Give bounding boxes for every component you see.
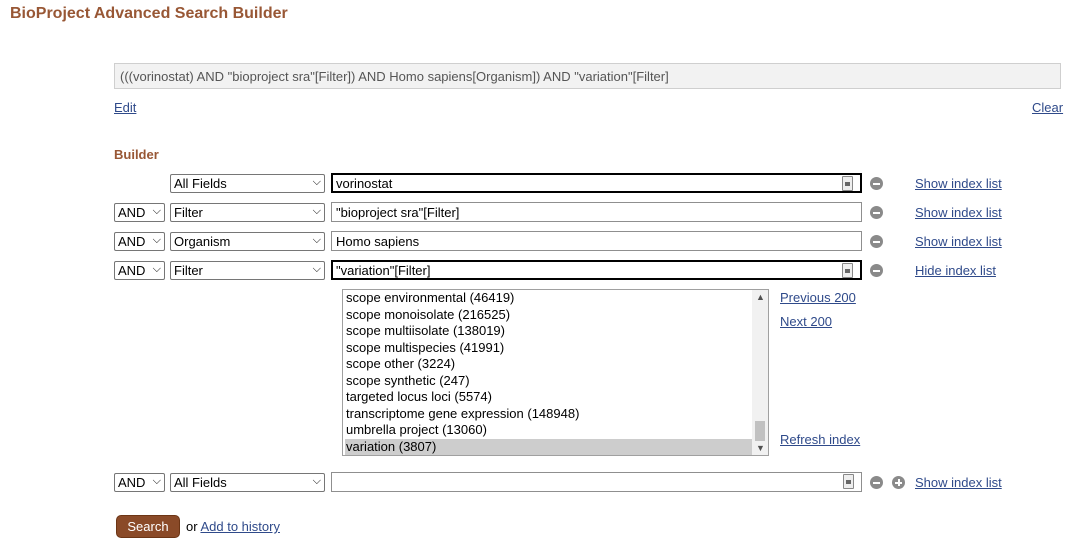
scroll-up-icon[interactable]: ▲ — [756, 292, 765, 302]
term-input-row3[interactable]: Homo sapiens — [331, 231, 862, 251]
or-label: or — [186, 519, 198, 534]
list-item[interactable]: scope multispecies (41991) — [345, 340, 754, 356]
list-item[interactable]: umbrella project (13060) — [345, 422, 754, 438]
term-input-row4[interactable]: "variation"[Filter] — [331, 260, 862, 280]
field-select-row5[interactable]: All Fields ⌵ — [170, 473, 325, 492]
remove-row-icon[interactable] — [870, 476, 883, 489]
list-item[interactable]: scope multiisolate (138019) — [345, 323, 754, 339]
field-select-row2[interactable]: Filter ⌵ — [170, 203, 325, 222]
term-input-value: Homo sapiens — [336, 234, 420, 249]
remove-row-icon[interactable] — [870, 264, 883, 277]
chevron-down-icon: ⌵ — [152, 263, 161, 275]
bool-select-row5[interactable]: AND ⌵ — [114, 473, 165, 492]
show-index-list-link[interactable]: Show index list — [915, 234, 1002, 249]
term-input-row2[interactable]: "bioproject sra"[Filter] — [331, 202, 862, 222]
or-text: or Add to history — [186, 519, 280, 534]
bool-select-row2[interactable]: AND ⌵ — [114, 203, 165, 222]
list-item[interactable]: scope monoisolate (216525) — [345, 307, 754, 323]
field-select-label: All Fields — [174, 475, 227, 490]
listbox-scrollbar[interactable]: ▲ ▼ — [752, 290, 768, 455]
refresh-index-link[interactable]: Refresh index — [780, 432, 860, 447]
clear-link[interactable]: Clear — [1032, 100, 1063, 115]
search-button[interactable]: Search — [116, 515, 180, 538]
list-item[interactable]: scope synthetic (247) — [345, 373, 754, 389]
list-item[interactable]: scope other (3224) — [345, 356, 754, 372]
add-row-icon[interactable] — [892, 476, 905, 489]
chevron-down-icon: ⌵ — [312, 475, 321, 487]
remove-row-icon[interactable] — [870, 206, 883, 219]
show-index-list-link[interactable]: Show index list — [915, 475, 1002, 490]
list-item-selected[interactable]: variation (3807) — [345, 438, 754, 455]
chevron-down-icon: ⌵ — [152, 475, 161, 487]
term-input-value: "bioproject sra"[Filter] — [336, 205, 460, 220]
show-index-list-link[interactable]: Show index list — [915, 176, 1002, 191]
remove-row-icon[interactable] — [870, 235, 883, 248]
term-input-row5[interactable] — [331, 472, 862, 492]
list-item[interactable]: scope environmental (46419) — [345, 290, 754, 306]
bool-select-label: AND — [118, 263, 146, 278]
autocomplete-icon[interactable] — [843, 474, 854, 489]
remove-row-icon[interactable] — [870, 177, 883, 190]
field-select-row4[interactable]: Filter ⌵ — [170, 261, 325, 280]
show-index-list-link[interactable]: Show index list — [915, 205, 1002, 220]
term-input-value: "variation"[Filter] — [336, 263, 431, 278]
chevron-down-icon: ⌵ — [152, 234, 161, 246]
chevron-down-icon: ⌵ — [312, 263, 321, 275]
field-select-label: Filter — [174, 205, 203, 220]
page-title: BioProject Advanced Search Builder — [10, 5, 288, 22]
bool-select-row3[interactable]: AND ⌵ — [114, 232, 165, 251]
term-input-row1[interactable]: vorinostat — [331, 173, 862, 193]
bool-select-label: AND — [118, 205, 146, 220]
next-200-link[interactable]: Next 200 — [780, 314, 832, 329]
field-select-label: Filter — [174, 263, 203, 278]
edit-link[interactable]: Edit — [114, 100, 136, 115]
list-item[interactable]: targeted locus loci (5574) — [345, 389, 754, 405]
bool-select-label: AND — [118, 234, 146, 249]
bool-select-label: AND — [118, 475, 146, 490]
builder-heading: Builder — [114, 147, 159, 162]
term-input-value: vorinostat — [336, 176, 393, 191]
query-box[interactable]: (((vorinostat) AND "bioproject sra"[Filt… — [114, 63, 1061, 89]
autocomplete-icon[interactable] — [842, 176, 853, 191]
field-select-row3[interactable]: Organism ⌵ — [170, 232, 325, 251]
previous-200-link[interactable]: Previous 200 — [780, 290, 856, 305]
field-select-label: All Fields — [174, 176, 227, 191]
bool-select-row4[interactable]: AND ⌵ — [114, 261, 165, 280]
field-select-row1[interactable]: All Fields ⌵ — [170, 174, 325, 193]
list-item[interactable]: transcriptome gene expression (148948) — [345, 406, 754, 422]
chevron-down-icon: ⌵ — [312, 205, 321, 217]
scroll-down-icon[interactable]: ▼ — [756, 443, 765, 453]
chevron-down-icon: ⌵ — [152, 205, 161, 217]
index-listbox[interactable]: scope environmental (46419) scope monois… — [342, 289, 769, 456]
scrollbar-thumb[interactable] — [755, 421, 765, 441]
chevron-down-icon: ⌵ — [312, 176, 321, 188]
chevron-down-icon: ⌵ — [312, 234, 321, 246]
hide-index-list-link[interactable]: Hide index list — [915, 263, 996, 278]
field-select-label: Organism — [174, 234, 231, 249]
autocomplete-icon[interactable] — [842, 263, 853, 278]
add-to-history-link[interactable]: Add to history — [200, 519, 280, 534]
